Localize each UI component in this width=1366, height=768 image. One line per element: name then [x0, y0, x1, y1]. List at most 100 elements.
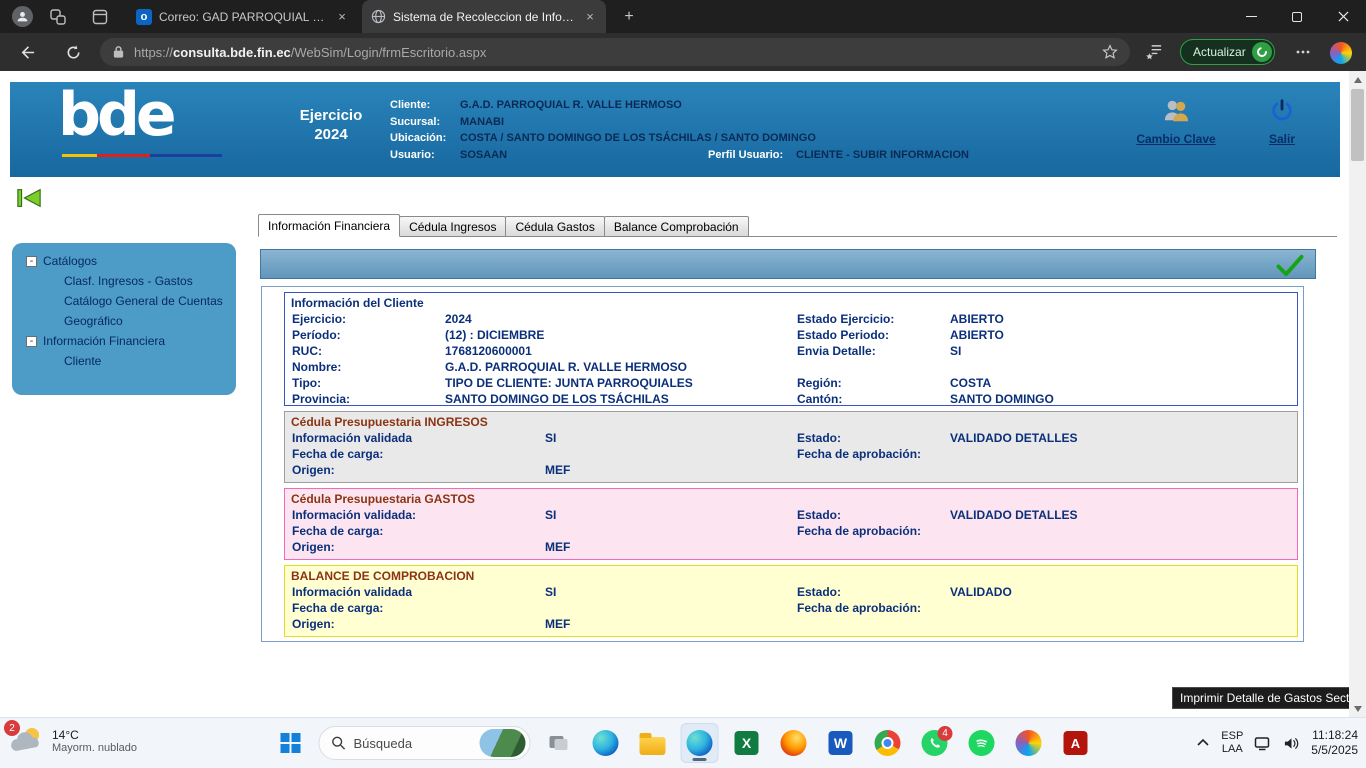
- copilot-app-icon[interactable]: [1010, 723, 1048, 763]
- sidebar-item-informacion-financiera[interactable]: - Información Financiera: [12, 331, 236, 351]
- search-icon: [332, 736, 346, 750]
- browser-menu-icon[interactable]: [1292, 41, 1314, 63]
- system-tray: ESP LAA 11:18:24 5/5/2025: [1196, 723, 1358, 763]
- tab-cedula-gastos[interactable]: Cédula Gastos: [505, 216, 604, 237]
- back-button[interactable]: [16, 41, 38, 63]
- tab-close-icon[interactable]: ×: [582, 9, 598, 24]
- search-box[interactable]: Búsqueda: [319, 726, 531, 760]
- panel-title: Cédula Presupuestaria INGRESOS: [285, 415, 1297, 430]
- collapse-icon[interactable]: -: [26, 256, 37, 267]
- sidebar-item-catalogos[interactable]: - Catálogos: [12, 251, 236, 271]
- field-label: Fecha de aprobación:: [797, 446, 950, 462]
- file-explorer-icon[interactable]: [634, 723, 672, 763]
- field-label: Fecha de aprobación:: [797, 523, 950, 539]
- copilot-icon[interactable]: [1330, 42, 1352, 64]
- excel-icon[interactable]: X: [728, 723, 766, 763]
- vertical-scrollbar[interactable]: [1349, 71, 1366, 717]
- acrobat-icon[interactable]: A: [1057, 723, 1095, 763]
- edge-active-icon[interactable]: [681, 723, 719, 763]
- field-label: Origen:: [292, 616, 545, 632]
- field-label: Estado:: [797, 584, 950, 600]
- browser-tab-sistema[interactable]: Sistema de Recoleccion de Inform ×: [362, 0, 606, 33]
- sidebar-item-label: Geográfico: [64, 314, 123, 328]
- url-scheme: https://: [134, 45, 173, 60]
- panel-row: Información validada:SI Estado:VALIDADO …: [285, 507, 1297, 523]
- client-row: Nombre:G.A.D. PARROQUIAL R. VALLE HERMOS…: [285, 359, 1297, 375]
- panel-row: Origen:MEF: [285, 539, 1297, 555]
- screen: o Correo: GAD PARROQUIAL VALLE × Sistema…: [0, 0, 1366, 768]
- cambio-clave-link[interactable]: Cambio Clave: [1120, 98, 1232, 146]
- taskbar-icons: Búsqueda X W 4: [272, 723, 1095, 763]
- field-value: [545, 446, 797, 462]
- lock-icon[interactable]: [112, 45, 125, 59]
- panel-cedula-ingresos: Cédula Presupuestaria INGRESOS Informaci…: [284, 411, 1298, 483]
- tab-informacion-financiera[interactable]: Información Financiera: [258, 214, 400, 237]
- address-bar[interactable]: https://consulta.bde.fin.ec/WebSim/Login…: [100, 38, 1130, 66]
- tray-chevron-icon[interactable]: [1196, 737, 1210, 749]
- field-label: Ejercicio:: [292, 311, 445, 327]
- window-controls: [1228, 0, 1366, 33]
- field-label: Fecha de aprobación:: [797, 600, 950, 616]
- refresh-button[interactable]: [62, 41, 84, 63]
- start-button[interactable]: [272, 723, 310, 763]
- clock[interactable]: 11:18:24 5/5/2025: [1311, 728, 1358, 758]
- collapse-icon[interactable]: -: [26, 336, 37, 347]
- bookmark-star-icon[interactable]: [1102, 44, 1118, 60]
- field-label: Información validada: [292, 430, 545, 446]
- salir-link[interactable]: Salir: [1252, 98, 1312, 146]
- minimize-icon: [1246, 16, 1257, 17]
- minimize-button[interactable]: [1228, 0, 1274, 33]
- sidebar-item-cliente[interactable]: Cliente: [12, 351, 236, 371]
- sidebar-item-label: Clasf. Ingresos - Gastos: [64, 274, 193, 288]
- scroll-down-icon[interactable]: [1349, 700, 1366, 717]
- volume-icon[interactable]: [1283, 736, 1300, 751]
- page-content: bde Ejercicio 2024 Cliente:G.A.D. PARROQ…: [0, 71, 1366, 717]
- close-icon: [1338, 11, 1349, 22]
- panel-row: Origen:MEF: [285, 462, 1297, 478]
- weather-widget[interactable]: 2 14°C Mayorm. nublado: [10, 725, 137, 757]
- field-label: Nombre:: [292, 359, 445, 375]
- sidebar-item-clasf-ingresos-gastos[interactable]: Clasf. Ingresos - Gastos: [12, 271, 236, 291]
- maximize-button[interactable]: [1274, 0, 1320, 33]
- tab-cedula-ingresos[interactable]: Cédula Ingresos: [399, 216, 506, 237]
- browser-titlebar: o Correo: GAD PARROQUIAL VALLE × Sistema…: [0, 0, 1366, 33]
- sucursal-label: Sucursal:: [390, 114, 460, 131]
- go-back-icon[interactable]: [16, 187, 42, 209]
- weather-text: 14°C Mayorm. nublado: [52, 728, 137, 754]
- whatsapp-icon[interactable]: 4: [916, 723, 954, 763]
- actualizar-button[interactable]: Actualizar: [1180, 39, 1275, 65]
- tab-close-icon[interactable]: ×: [334, 9, 350, 24]
- field-label: [797, 539, 950, 555]
- chrome-icon[interactable]: [869, 723, 907, 763]
- language-indicator[interactable]: ESP LAA: [1221, 730, 1243, 756]
- task-view-button[interactable]: [540, 723, 578, 763]
- network-icon[interactable]: [1254, 736, 1272, 751]
- scrollbar-thumb[interactable]: [1351, 89, 1364, 161]
- ejercicio-block: Ejercicio 2024: [278, 106, 384, 144]
- search-highlight-image[interactable]: [480, 729, 526, 757]
- sidebar-item-catalogo-general[interactable]: Catálogo General de Cuentas: [12, 291, 236, 311]
- sidebar-item-geografico[interactable]: Geográfico: [12, 311, 236, 331]
- close-window-button[interactable]: [1320, 0, 1366, 33]
- tab-balance-comprobacion[interactable]: Balance Comprobación: [604, 216, 749, 237]
- firefox-icon[interactable]: [775, 723, 813, 763]
- client-info-title: Información del Cliente: [285, 296, 1297, 311]
- tab-label: Cédula Gastos: [515, 220, 594, 234]
- new-tab-button[interactable]: +: [618, 6, 640, 28]
- tab-actions-icon[interactable]: [90, 7, 110, 27]
- browser-tab-mail[interactable]: o Correo: GAD PARROQUIAL VALLE ×: [128, 0, 358, 33]
- salir-label: Salir: [1252, 132, 1312, 146]
- scroll-up-icon[interactable]: [1349, 71, 1366, 88]
- edge-pinned-icon[interactable]: [587, 723, 625, 763]
- workspaces-icon[interactable]: [48, 7, 68, 27]
- perfil-label: Perfil Usuario:: [708, 147, 796, 164]
- weather-icon: 2: [10, 725, 44, 757]
- word-icon[interactable]: W: [822, 723, 860, 763]
- field-value: 2024: [445, 311, 797, 327]
- browser-urlbar: https://consulta.bde.fin.ec/WebSim/Login…: [0, 33, 1366, 71]
- profile-avatar[interactable]: [12, 6, 33, 27]
- spotify-icon[interactable]: [963, 723, 1001, 763]
- field-value: SI: [545, 584, 797, 600]
- panel-row: Información validadaSI Estado:VALIDADO D…: [285, 430, 1297, 446]
- favorites-hub-icon[interactable]: [1143, 41, 1165, 63]
